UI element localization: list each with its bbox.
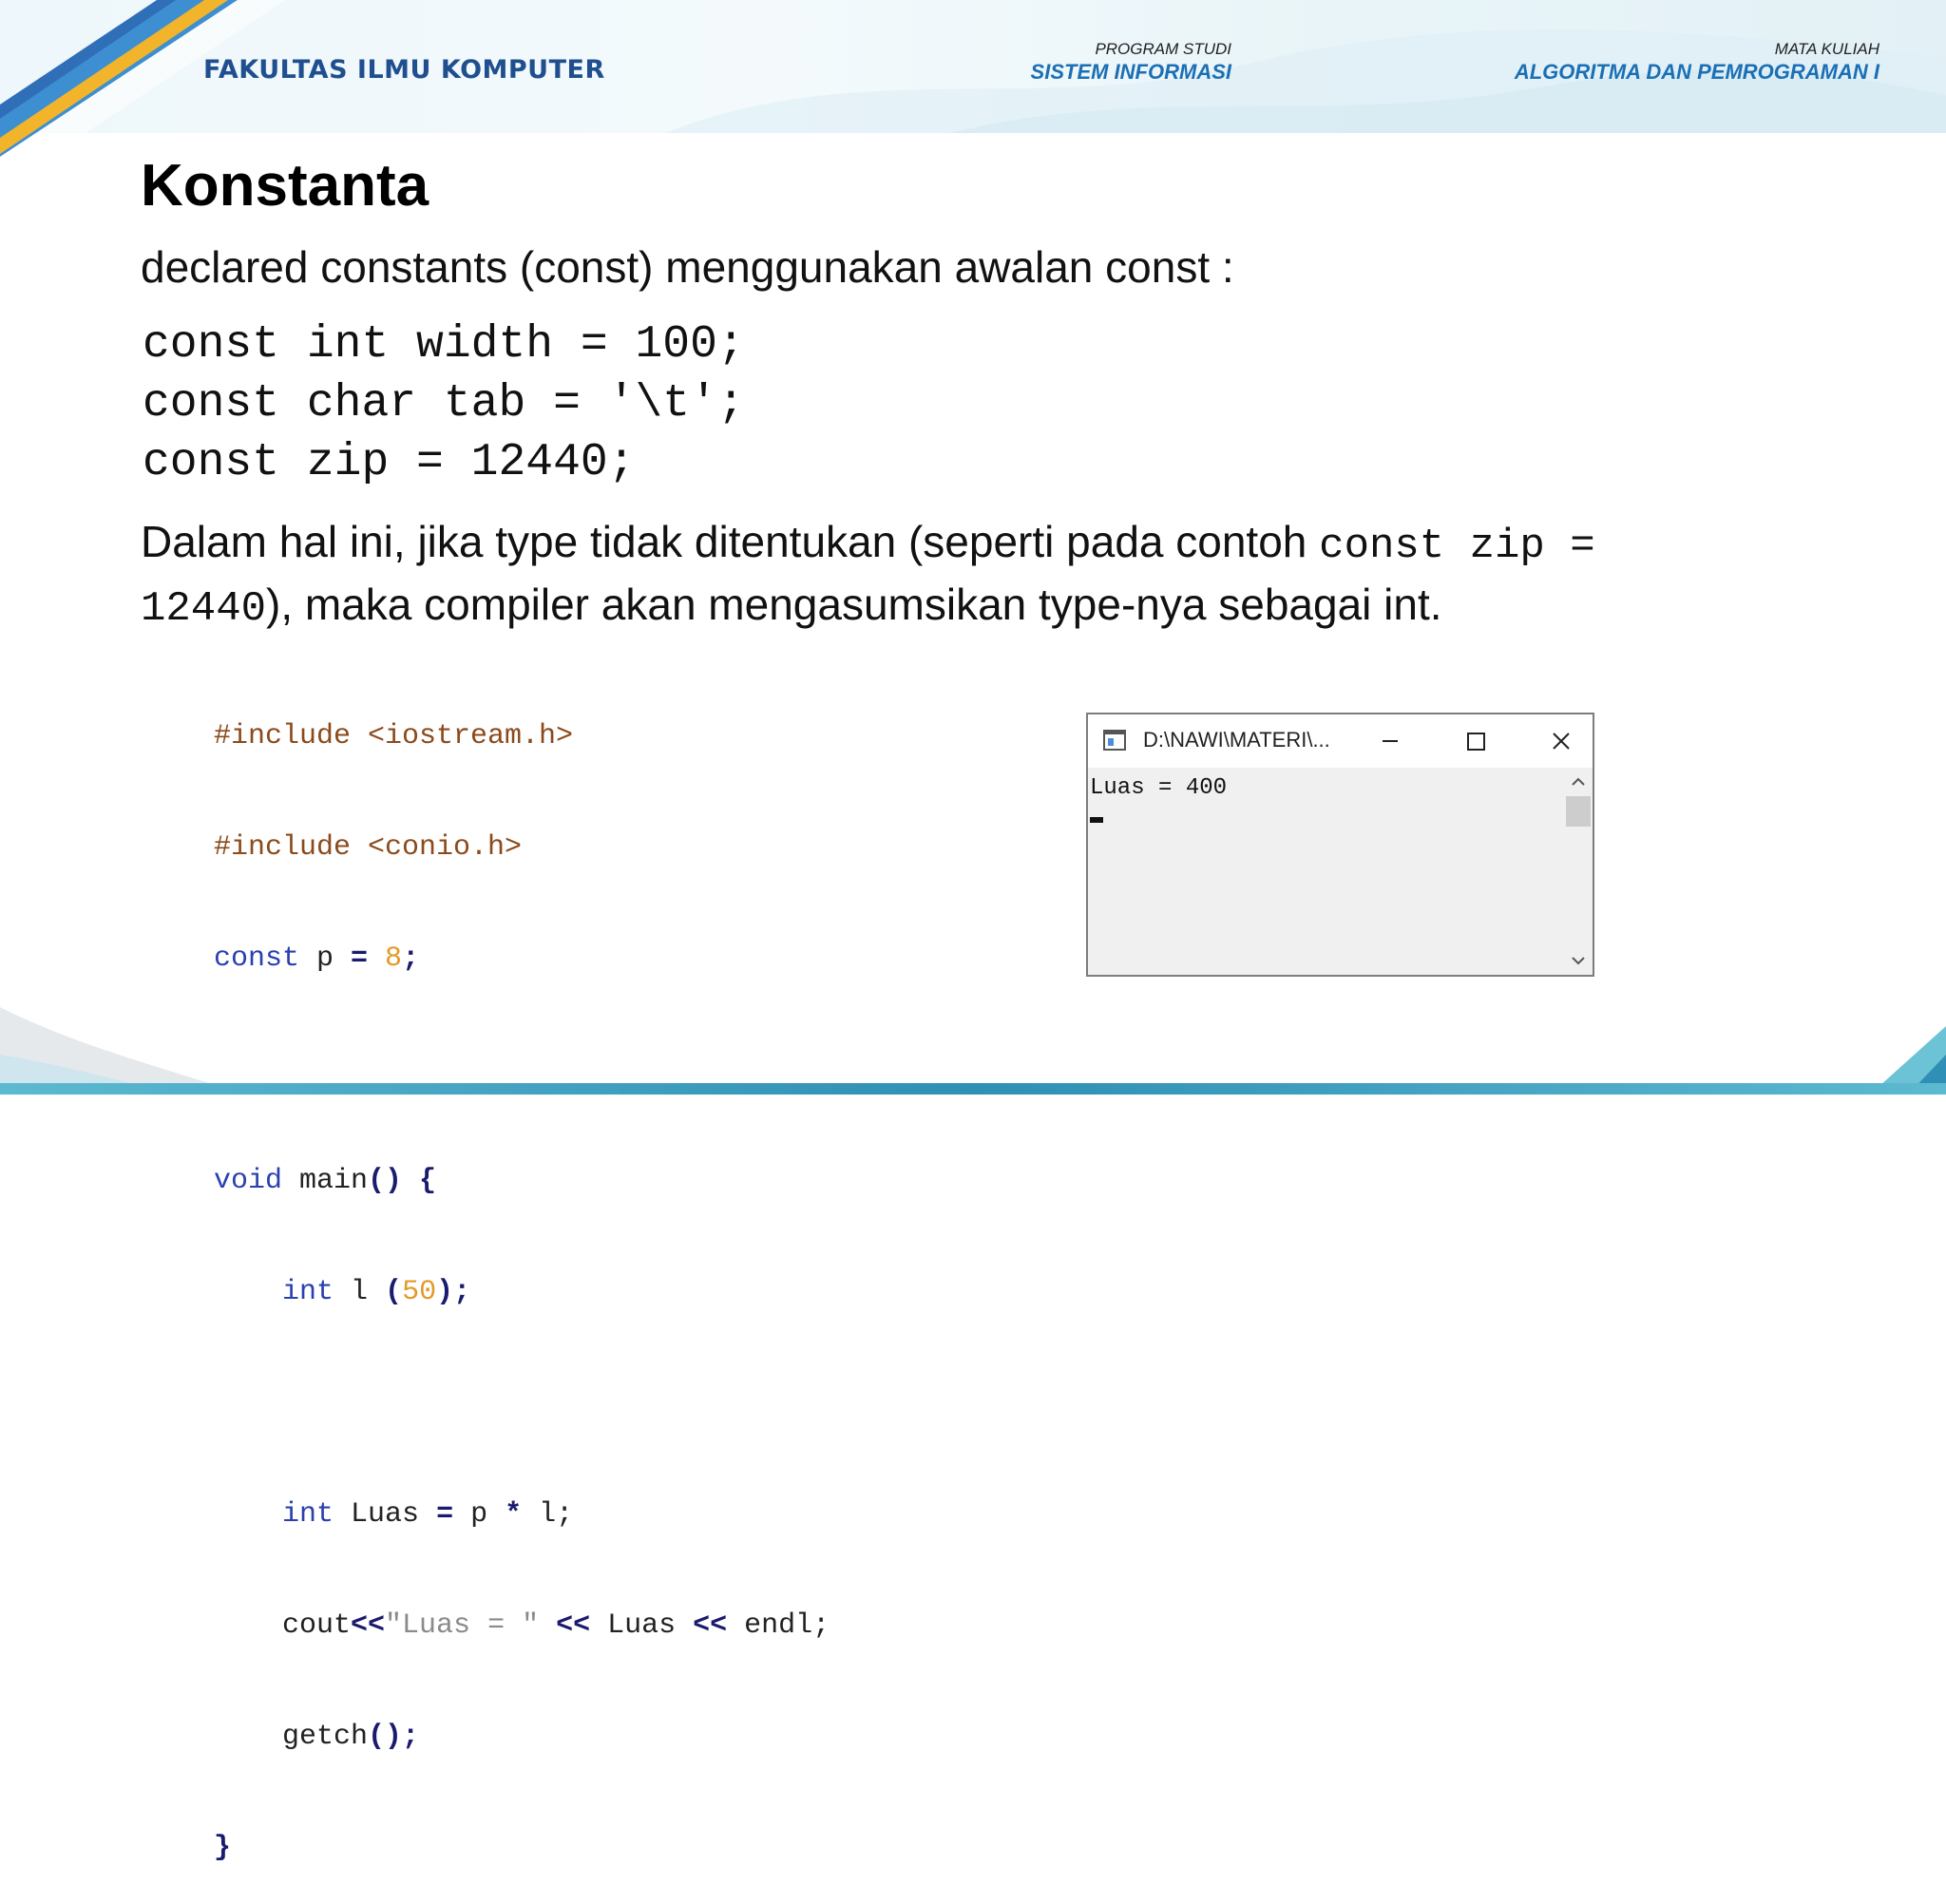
explain-text-2: ), maka compiler akan mengasumsikan type… [266,580,1442,629]
operator: () [368,1165,403,1197]
console-app-icon [1103,730,1126,751]
operator: ); [436,1276,471,1308]
identifier: getch [282,1721,369,1753]
scroll-thumb[interactable] [1566,796,1591,827]
semicolon: ; [402,942,420,975]
bottom-left-wave-decoration [0,1007,247,1095]
include-directive: #include <iostream.h> [214,720,574,752]
source-line-3: const p = 8; [214,941,830,978]
operator: ( [385,1276,403,1308]
chevron-up-icon[interactable] [1570,775,1587,789]
program-value: SISTEM INFORMASI [1030,60,1231,84]
code-line-1: const int width = 100; [143,319,745,371]
operator: << [693,1609,728,1642]
operator: << [351,1609,386,1642]
code-line-3: const zip = 12440; [143,437,636,488]
source-line-8: int Luas = p * l; [214,1496,830,1533]
code-line-2: const char tab = '\t'; [143,378,745,429]
explain-code-2: 12440 [141,585,267,633]
operator: (); [368,1721,420,1753]
intro-text: declared constants (const) menggunakan a… [141,242,1234,292]
source-line-6: int l (50); [214,1274,830,1311]
console-cursor [1090,817,1103,823]
identifier: cout [282,1609,352,1642]
identifier: p [453,1498,506,1531]
minimize-icon[interactable] [1371,724,1409,758]
source-line-9: cout<<"Luas = " << Luas << endl; [214,1608,830,1645]
course-value: ALGORITMA DAN PEMROGRAMAN I [1514,60,1879,84]
console-scrollbar[interactable] [1564,768,1593,975]
identifier: Luas [334,1498,437,1531]
bottom-band [0,1083,1946,1095]
string-literal: "Luas = " [385,1609,540,1642]
brace: { [402,1165,437,1197]
include-directive: #include <conio.h> [214,831,523,864]
source-line-10: getch(); [214,1719,830,1756]
program-caption: PROGRAM STUDI [1095,40,1231,58]
console-window[interactable]: D:\NAWI\MATERI\... Luas = 400 [1086,713,1594,977]
identifier: p [299,942,352,975]
identifier: main [282,1165,369,1197]
source-line-11: } [214,1830,830,1867]
keyword: int [282,1498,334,1531]
operator: * [505,1498,523,1531]
chevron-down-icon[interactable] [1570,954,1587,967]
explain-code-1: const zip = [1319,523,1621,570]
close-icon[interactable] [1542,724,1580,758]
keyword: void [214,1165,283,1197]
operator: << [539,1609,591,1642]
source-code-listing: #include <iostream.h> #include <conio.h>… [214,644,830,1904]
source-line-blank [214,1385,830,1422]
brace: } [214,1832,232,1864]
identifier: endl; [727,1609,830,1642]
identifier: l [334,1276,386,1308]
source-line-5: void main() { [214,1163,830,1200]
console-titlebar[interactable]: D:\NAWI\MATERI\... [1088,714,1593,768]
console-output-area[interactable]: Luas = 400 [1088,768,1566,975]
explanation-paragraph: Dalam hal ini, jika type tidak ditentuka… [141,513,1813,638]
faculty-name: FAKULTAS ILMU KOMPUTER [203,55,605,85]
console-output: Luas = 400 [1090,775,1228,801]
console-title: D:\NAWI\MATERI\... [1143,728,1330,752]
course-caption: MATA KULIAH [1774,40,1879,58]
source-line-1: #include <iostream.h> [214,718,830,755]
identifier: Luas [590,1609,694,1642]
maximize-icon[interactable] [1457,724,1495,758]
number-literal: 50 [402,1276,437,1308]
explain-text-1: Dalam hal ini, jika type tidak ditentuka… [141,517,1320,566]
number-literal: 8 [368,942,403,975]
operator: = [436,1498,454,1531]
keyword: const [214,942,300,975]
identifier: l; [522,1498,574,1531]
slide-title: Konstanta [141,153,429,219]
keyword: int [282,1276,334,1308]
source-line-2: #include <conio.h> [214,829,830,866]
operator: = [351,942,369,975]
